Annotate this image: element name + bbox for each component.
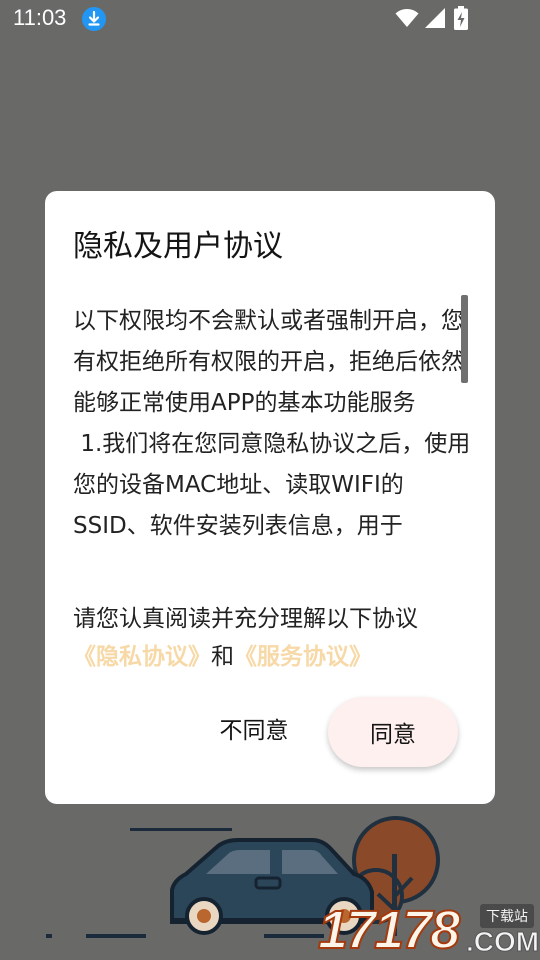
site-watermark: 17178 下载站 .COM	[316, 899, 540, 960]
dialog-title: 隐私及用户协议	[73, 229, 283, 264]
scroll-fade	[73, 541, 477, 591]
cell-signal-icon	[425, 8, 445, 28]
status-time: 11:03	[13, 5, 67, 30]
privacy-policy-link[interactable]: 《隐私协议》	[73, 644, 211, 670]
dialog-body-scroll[interactable]: 以下权限均不会默认或者强制开启，您有权拒绝所有权限的开启，拒绝后依然能够正常使用…	[73, 301, 477, 591]
and-text: 和	[211, 644, 234, 670]
status-bar: 11:03	[0, 0, 540, 38]
service-agreement-link[interactable]: 《服务协议》	[234, 644, 372, 670]
battery-charging-icon	[454, 6, 468, 30]
scrollbar-thumb[interactable]	[461, 295, 468, 383]
privacy-dialog: 隐私及用户协议 以下权限均不会默认或者强制开启，您有权拒绝所有权限的开启，拒绝后…	[45, 191, 495, 804]
agree-button[interactable]: 同意	[328, 697, 458, 767]
download-icon	[82, 7, 106, 31]
dialog-body-text: 以下权限均不会默认或者强制开启，您有权拒绝所有权限的开启，拒绝后依然能够正常使用…	[73, 308, 471, 539]
agreement-prompt: 请您认真阅读并充分理解以下协议	[73, 606, 418, 632]
watermark-suffix: .COM	[465, 926, 540, 958]
watermark-tag: 下载站	[480, 904, 534, 928]
disagree-button[interactable]: 不同意	[205, 701, 303, 761]
wifi-icon	[395, 9, 419, 27]
agreement-links: 《隐私协议》和《服务协议》	[73, 639, 372, 675]
watermark-digits: 17178	[317, 899, 461, 960]
